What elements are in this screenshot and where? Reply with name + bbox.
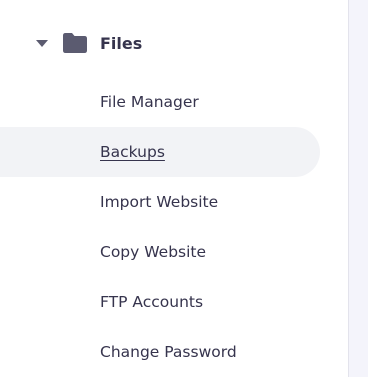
folder-icon [63, 33, 87, 53]
caret-down-icon[interactable] [36, 39, 48, 47]
sidebar-item-label: Copy Website [100, 243, 207, 261]
sidebar-item-label: Change Password [100, 343, 237, 361]
sidebar-item-ftp-accounts[interactable]: FTP Accounts [0, 277, 320, 327]
sidebar-item-label: Backups [100, 143, 165, 161]
sidebar-item-change-password[interactable]: Change Password [0, 327, 320, 377]
sidebar-item-label: File Manager [100, 93, 199, 111]
sidebar-item-label: FTP Accounts [100, 293, 204, 311]
sidebar-item-label: Import Website [100, 193, 219, 211]
files-group-title: Files [100, 33, 143, 53]
sidebar-item-import-website[interactable]: Import Website [0, 177, 320, 227]
sidebar-item-backups[interactable]: Backups [0, 127, 320, 177]
main-content-area [349, 0, 368, 377]
files-group-toggle[interactable]: Files [36, 28, 142, 58]
sidebar-item-file-manager[interactable]: File Manager [0, 77, 320, 127]
page: Files File Manager Backups Import Websit… [0, 0, 368, 377]
sidebar-item-copy-website[interactable]: Copy Website [0, 227, 320, 277]
sidebar: Files File Manager Backups Import Websit… [0, 0, 348, 377]
